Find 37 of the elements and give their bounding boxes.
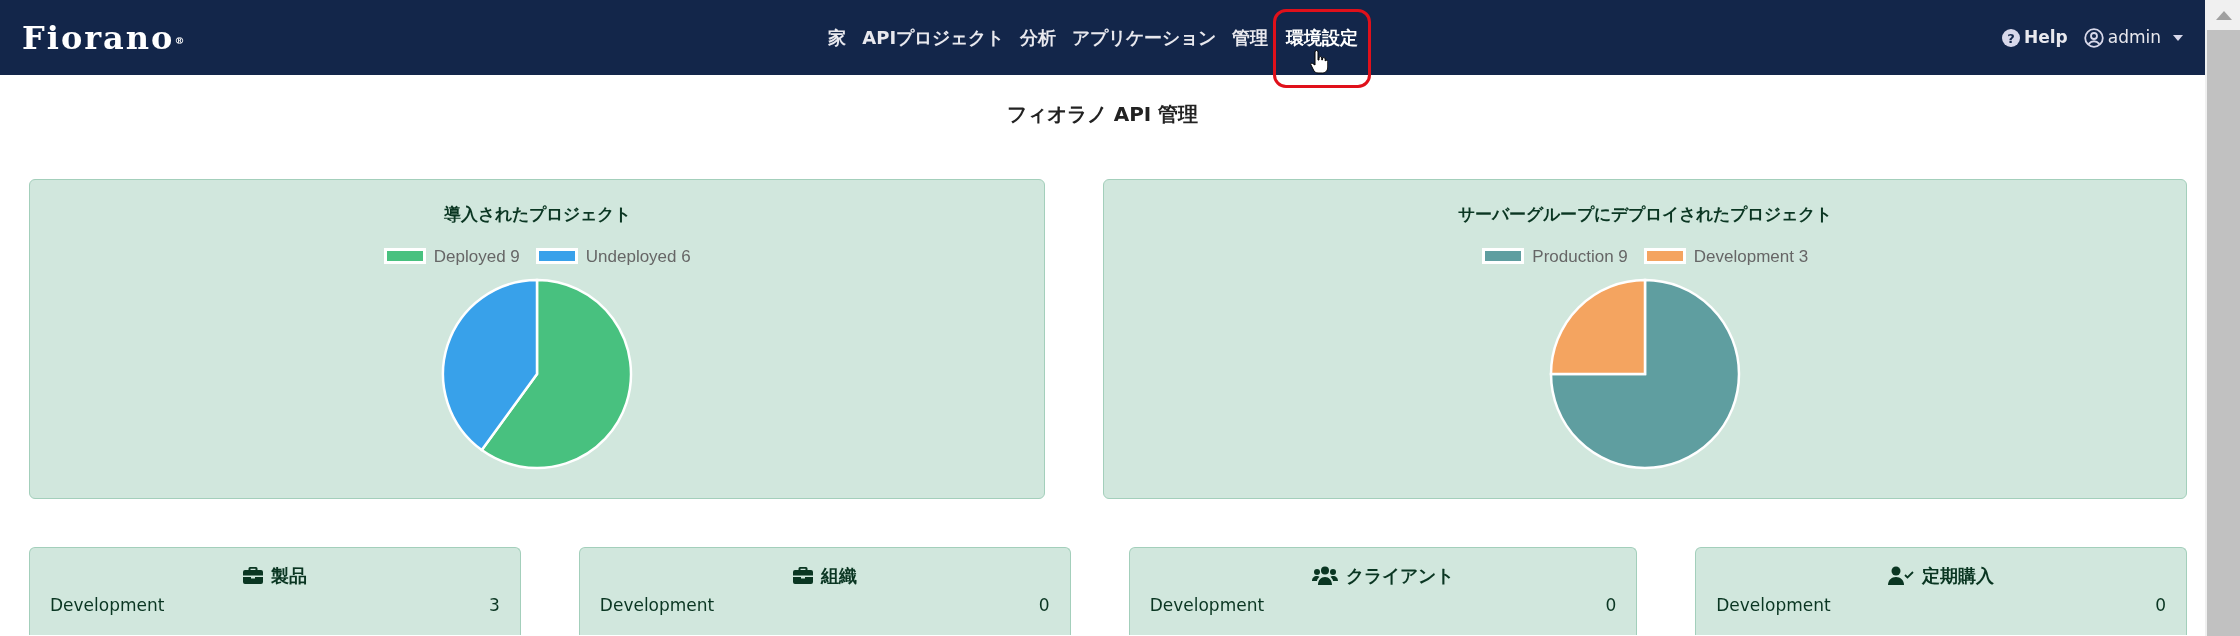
stat-label: Development: [599, 594, 715, 617]
briefcase-icon: [242, 567, 263, 584]
stat-title: 製品: [270, 564, 307, 588]
logo[interactable]: Fiorano$^{®}$: [22, 21, 187, 54]
stat-value: 0: [2155, 594, 2167, 617]
chart-title: サーバーグループにデプロイされたプロジェクト: [1458, 203, 1833, 226]
stat-label: Development: [50, 594, 165, 617]
stat-value: 3: [489, 594, 500, 617]
stat-value: 0: [1038, 594, 1050, 617]
briefcase-icon: [792, 567, 813, 584]
user-check-icon: [1888, 566, 1915, 585]
stat-title: クライアント: [1345, 564, 1454, 588]
users-icon: [1311, 566, 1338, 585]
nav-link[interactable]: 分析: [1014, 18, 1063, 57]
scroll-up-icon[interactable]: [2215, 10, 2232, 20]
help-icon: ?: [2001, 28, 2020, 47]
caret-icon: [2173, 34, 2183, 41]
stat-title: 組織: [820, 564, 857, 588]
help-link[interactable]: Help: [2023, 24, 2068, 51]
legend-label: Deployed 9: [433, 245, 520, 268]
nav-link[interactable]: 家: [822, 18, 853, 57]
page-title: フィオラノ API 管理: [1005, 101, 1200, 128]
legend-label: Undeployed 6: [585, 245, 691, 268]
stat-label: Development: [1716, 594, 1831, 617]
stat-title: 定期購入: [1922, 564, 1995, 588]
nav-link[interactable]: アプリケーション: [1066, 18, 1223, 57]
nav-link[interactable]: 管理: [1226, 18, 1275, 57]
stat-label: Development: [1149, 594, 1265, 617]
legend-label: Development 3: [1693, 245, 1809, 268]
nav-link[interactable]: 環境設定: [1278, 14, 1367, 83]
legend-label: Production 9: [1532, 245, 1628, 268]
chart-title: 導入されたプロジェクト: [443, 203, 631, 226]
user-icon: [2083, 27, 2104, 48]
user-menu[interactable]: admin: [2107, 24, 2161, 51]
nav-link[interactable]: APIプロジェクト: [856, 18, 1011, 57]
stat-value: 0: [1605, 594, 1617, 617]
scrollbar[interactable]: [2205, 0, 2240, 636]
